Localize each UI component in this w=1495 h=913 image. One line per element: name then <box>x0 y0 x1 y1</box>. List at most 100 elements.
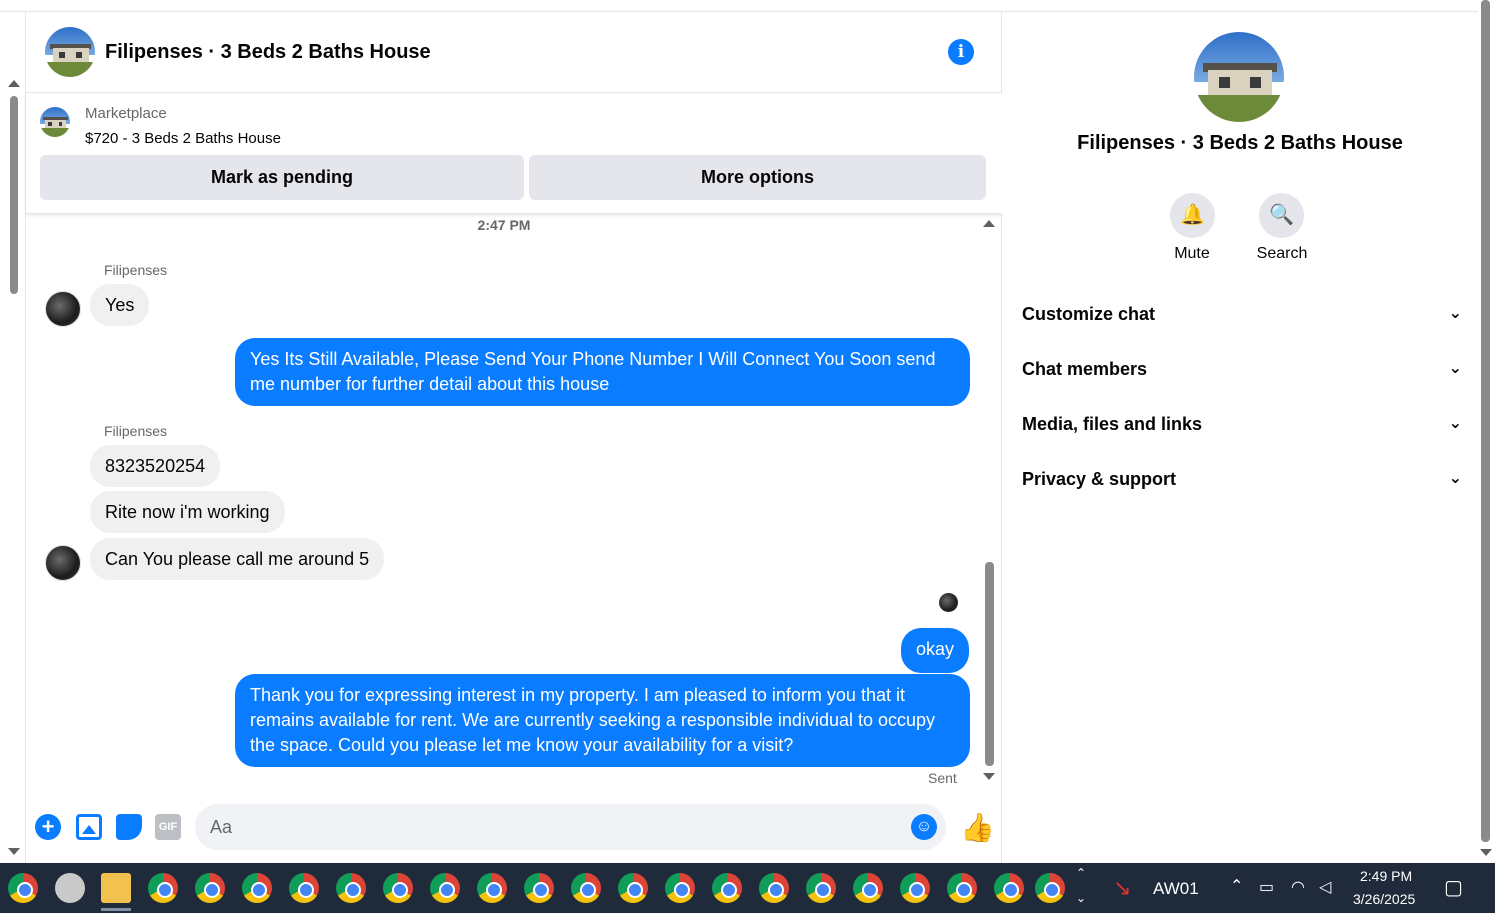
notifications-icon[interactable]: ▢ <box>1444 875 1463 900</box>
listing-thumbnail[interactable] <box>40 107 70 137</box>
taskbar-scroll-up-icon[interactable]: ⌃ <box>1076 866 1086 880</box>
top-strip <box>0 0 1495 12</box>
info-panel-title: Filipenses · 3 Beds 2 Baths House <box>1077 132 1403 154</box>
message-bubble-incoming[interactable]: Yes <box>90 284 150 326</box>
section-media-files-links[interactable]: Media, files and links ⌄ <box>1022 404 1462 444</box>
scroll-down-arrow-icon[interactable] <box>983 773 995 780</box>
seen-receipt-avatar <box>939 593 958 612</box>
mute-label[interactable]: Mute <box>1152 245 1232 263</box>
conversation-title[interactable]: Filipenses · 3 Beds 2 Baths House <box>105 41 431 64</box>
gif-icon[interactable]: GIF <box>155 814 181 840</box>
sender-avatar[interactable] <box>45 291 81 327</box>
chrome-icon[interactable] <box>618 873 648 903</box>
message-bubble-outgoing[interactable]: Thank you for expressing interest in my … <box>235 674 970 767</box>
chrome-icon[interactable] <box>336 873 366 903</box>
scrollbar-thumb[interactable] <box>10 96 18 294</box>
chrome-icon[interactable] <box>853 873 883 903</box>
clock-time[interactable]: 2:49 PM <box>1360 868 1412 884</box>
delivery-status: Sent <box>928 770 957 786</box>
section-chat-members[interactable]: Chat members ⌄ <box>1022 349 1462 389</box>
taskbar-scroll-down-icon[interactable]: ⌄ <box>1076 891 1086 905</box>
chrome-icon[interactable] <box>947 873 977 903</box>
taskbar-app-label[interactable]: AW01 <box>1153 879 1199 899</box>
message-composer: + GIF ☺ 👍 <box>26 800 1002 863</box>
chrome-icon[interactable] <box>524 873 554 903</box>
chrome-icon[interactable] <box>289 873 319 903</box>
chevron-up-icon[interactable]: ⌃ <box>1230 876 1243 896</box>
scroll-down-arrow-icon[interactable] <box>1480 849 1492 856</box>
chrome-icon[interactable] <box>994 873 1024 903</box>
marketplace-banner: Marketplace $720 - 3 Beds 2 Baths House … <box>26 93 1002 214</box>
marketplace-label: Marketplace <box>85 105 167 122</box>
chrome-icon[interactable] <box>900 873 930 903</box>
message-bubble-incoming[interactable]: 8323520254 <box>90 445 221 487</box>
chrome-icon[interactable] <box>195 873 225 903</box>
plus-icon[interactable]: + <box>35 814 61 840</box>
right-scrollbar[interactable] <box>1478 0 1495 863</box>
message-bubble-incoming[interactable]: Rite now i'm working <box>90 491 285 533</box>
scroll-down-arrow-icon[interactable] <box>8 848 20 855</box>
file-explorer-icon[interactable] <box>101 873 131 903</box>
battery-icon[interactable]: ▭ <box>1259 877 1274 897</box>
message-input[interactable] <box>195 804 946 850</box>
message-bubble-incoming[interactable]: Can You please call me around 5 <box>90 538 385 580</box>
app-logo-icon[interactable]: ↘ <box>1113 875 1131 901</box>
search-label[interactable]: Search <box>1242 245 1322 263</box>
section-label: Privacy & support <box>1022 469 1177 489</box>
clock-date[interactable]: 3/26/2025 <box>1353 891 1415 907</box>
scroll-up-arrow-icon[interactable] <box>8 80 20 87</box>
chrome-icon[interactable] <box>806 873 836 903</box>
chrome-icon[interactable] <box>712 873 742 903</box>
sender-name: Filipenses <box>104 423 168 439</box>
chrome-icon[interactable] <box>665 873 695 903</box>
message-list[interactable]: 2:47 PM Filipenses Yes Yes Its Still Ava… <box>26 214 1002 800</box>
chevron-down-icon: ⌄ <box>1448 415 1462 432</box>
sender-avatar[interactable] <box>45 545 81 581</box>
thumbs-up-icon[interactable]: 👍 <box>960 811 995 844</box>
chat-info-panel: Filipenses · 3 Beds 2 Baths House 🔔 Mute… <box>1002 12 1478 863</box>
emoji-icon[interactable]: ☺ <box>911 814 937 840</box>
chevron-down-icon: ⌄ <box>1448 305 1462 322</box>
chrome-icon[interactable] <box>148 873 178 903</box>
chrome-icon[interactable] <box>1035 873 1065 903</box>
listing-avatar[interactable] <box>45 27 95 77</box>
section-privacy-support[interactable]: Privacy & support ⌄ <box>1022 459 1462 499</box>
scroll-up-arrow-icon[interactable] <box>983 220 995 227</box>
chevron-down-icon: ⌄ <box>1448 360 1462 377</box>
message-timestamp: 2:47 PM <box>477 217 531 233</box>
section-label: Chat members <box>1022 359 1148 379</box>
search-icon[interactable]: 🔍 <box>1259 193 1304 238</box>
chrome-icon[interactable] <box>430 873 460 903</box>
message-bubble-outgoing[interactable]: okay <box>901 628 970 673</box>
listing-title[interactable]: $720 - 3 Beds 2 Baths House <box>85 130 281 147</box>
more-options-button[interactable]: More options <box>529 155 986 200</box>
speaker-icon[interactable]: ◁ <box>1319 877 1331 897</box>
message-bubble-outgoing[interactable]: Yes Its Still Available, Please Send You… <box>235 338 970 406</box>
section-customize-chat[interactable]: Customize chat ⌄ <box>1022 294 1462 334</box>
page-scrollbar[interactable] <box>0 12 26 863</box>
sticker-icon[interactable] <box>116 814 142 840</box>
chrome-icon[interactable] <box>759 873 789 903</box>
profile-avatar[interactable] <box>1194 32 1284 122</box>
chrome-icon[interactable] <box>8 873 38 903</box>
section-label: Customize chat <box>1022 304 1156 324</box>
info-icon[interactable]: i <box>948 39 974 65</box>
photo-icon[interactable] <box>76 814 102 840</box>
active-app-indicator <box>101 908 131 911</box>
chrome-icon[interactable] <box>571 873 601 903</box>
wifi-icon[interactable]: ◠ <box>1291 877 1305 897</box>
bell-icon[interactable]: 🔔 <box>1170 193 1215 238</box>
chrome-icon[interactable] <box>477 873 507 903</box>
chrome-icon[interactable] <box>242 873 272 903</box>
chevron-down-icon: ⌄ <box>1448 470 1462 487</box>
section-label: Media, files and links <box>1022 414 1203 434</box>
chrome-icon[interactable] <box>383 873 413 903</box>
snipping-tool-icon[interactable] <box>55 873 85 903</box>
chat-panel: Filipenses · 3 Beds 2 Baths House i Mark… <box>26 12 1002 863</box>
chat-header: Filipenses · 3 Beds 2 Baths House i <box>26 12 1002 93</box>
mark-as-pending-button[interactable]: Mark as pending <box>40 155 524 200</box>
taskbar: ⌃ ⌄ ↘ AW01 ⌃ ▭ ◠ ◁ 2:49 PM 3/26/2025 ▢ <box>0 863 1495 913</box>
scrollbar-thumb[interactable] <box>1481 0 1490 842</box>
sender-name: Filipenses <box>104 262 168 278</box>
message-scrollbar-thumb[interactable] <box>985 562 994 766</box>
